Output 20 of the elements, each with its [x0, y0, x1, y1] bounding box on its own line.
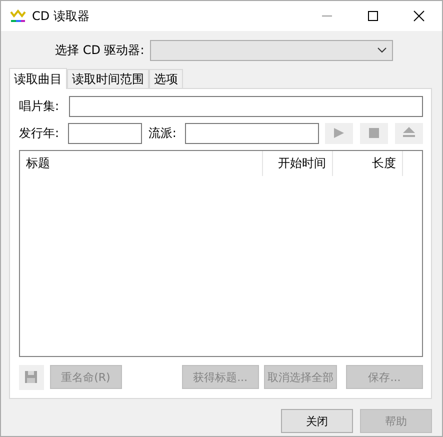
chevron-down-icon: [377, 47, 388, 53]
album-field[interactable]: [68, 96, 423, 116]
stop-icon: [366, 126, 382, 140]
tab[interactable]: 选项: [149, 69, 183, 88]
drive-dropdown[interactable]: [150, 40, 394, 60]
year-field[interactable]: [68, 122, 142, 144]
close-icon: [413, 10, 425, 22]
eject-icon: [401, 126, 417, 140]
album-label: 唱片集:: [19, 98, 60, 114]
window-title: CD 读取器: [32, 8, 90, 24]
maximize-icon: [367, 10, 379, 22]
app-icon: [10, 9, 26, 23]
close-dialog-button[interactable]: 关闭: [281, 409, 353, 433]
track-list[interactable]: 标题 开始时间 长度: [19, 150, 423, 357]
tab[interactable]: 读取曲目: [9, 68, 67, 89]
tab[interactable]: 读取时间范围: [67, 69, 149, 88]
genre-field[interactable]: [185, 122, 319, 144]
year-label: 发行年:: [19, 124, 60, 142]
drive-label: 选择 CD 驱动器:: [55, 42, 144, 58]
genre-label: 流派:: [148, 124, 178, 142]
